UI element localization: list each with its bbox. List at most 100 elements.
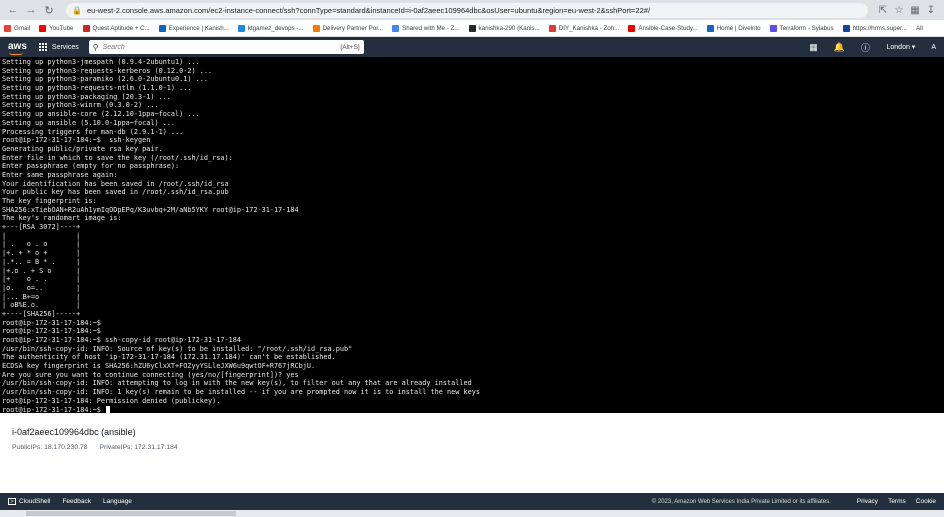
terminal-line: Generating public/private rsa key pair. <box>2 144 163 153</box>
terminal-line: root@ip-172-31-17-184:~$ <box>2 405 942 413</box>
instance-ips: PublicIPs: 18.170.230.78 PrivateIPs: 172… <box>12 444 932 451</box>
cloudshell-button[interactable]: > CloudShell <box>8 498 50 505</box>
scrollbar-thumb[interactable] <box>26 511 236 516</box>
url-text: eu-west-2.console.aws.amazon.com/ec2-ins… <box>86 5 651 15</box>
terminal-line: Setting up python3-requests-ntlm (1.1.0-… <box>2 84 192 93</box>
terminal-line: The authenticity of host 'ip-172-31-17-1… <box>2 353 336 362</box>
search-icon: ⚲ <box>92 42 99 52</box>
search-input[interactable] <box>102 43 341 51</box>
cookie-link[interactable]: Cookie <box>916 498 936 505</box>
download-icon[interactable]: ↧ <box>924 3 938 17</box>
ktgamez-icon <box>237 24 245 32</box>
bell-icon[interactable]: 🔔 <box>833 40 847 54</box>
terminal-line: Setting up python3-paramiko (2.6.0-2ubun… <box>2 75 209 84</box>
terminal-line: Setting up python3-requests-kerberos (0.… <box>2 66 213 75</box>
url-field[interactable]: 🔒 eu-west-2.console.aws.amazon.com/ec2-i… <box>66 2 868 18</box>
terminal-line: root@ip-172-31-17-184:~$ <box>2 318 101 327</box>
puzzle-icon[interactable]: ▦ <box>908 3 922 17</box>
services-button[interactable]: Services <box>38 42 79 52</box>
search-bar[interactable]: ⚲ [Alt+S] <box>88 40 364 54</box>
bookmark-hrms[interactable]: https://hrms.super... <box>842 24 907 32</box>
terminal-line: Setting up python3-jmespath (0.9.4-2ubun… <box>2 58 200 66</box>
terminal-line: SHA256:xTiebOAN+R2uAh1ymIqODpEPq/K3uvbq+… <box>2 205 299 214</box>
grid-icon <box>38 42 48 52</box>
terminal-line: |o. o=.. | <box>2 283 81 292</box>
youtube-icon <box>39 24 47 32</box>
divelnto-icon <box>706 24 714 32</box>
terminal-line: /usr/bin/ssh-copy-id: INFO: Source of ke… <box>2 344 353 353</box>
quest-icon <box>82 24 90 32</box>
linkedin-icon <box>158 24 166 32</box>
feedback-link[interactable]: Feedback <box>62 498 91 505</box>
terminal-line: | . o . o | <box>2 240 81 249</box>
private-ips: PrivateIPs: 172.31.17.184 <box>99 444 178 451</box>
terminal-line: |... B+=o | <box>2 292 81 301</box>
terminal-line: Processing triggers for man-db (2.9.1-1)… <box>2 127 184 136</box>
terminal-line: Your public key has been saved in /root/… <box>2 188 229 197</box>
star-icon[interactable]: ☆ <box>892 3 906 17</box>
bookmark-gmail[interactable]: Gmail <box>4 24 30 32</box>
help-icon[interactable]: ⓘ <box>859 40 873 54</box>
account-menu[interactable]: A <box>931 44 936 51</box>
search-shortcut: [Alt+S] <box>340 43 360 51</box>
bookmark-shared-with-me[interactable]: Shared with Me - Z... <box>392 24 460 32</box>
aws-logo[interactable]: aws <box>8 42 27 55</box>
terminal-line: Enter file in which to save the key (/ro… <box>2 153 233 162</box>
reload-icon[interactable]: ↻ <box>42 3 56 17</box>
region-selector[interactable]: London ▾ <box>887 43 916 51</box>
terminal-line: Setting up python3-packaging (20.3-1) ..… <box>2 92 171 101</box>
bookmark-all[interactable]: All <box>916 25 923 32</box>
terminal-output[interactable]: Setting up python3-jmespath (0.9.4-2ubun… <box>0 57 944 413</box>
aws-header: aws Services ⚲ [Alt+S] ▦ 🔔 ⓘ London ▾ A <box>0 37 944 57</box>
zoho-icon <box>548 24 556 32</box>
public-ips: PublicIPs: 18.170.230.78 <box>12 444 88 451</box>
terminal-line: root@ip-172-31-17-184:~$ ssh-keygen <box>2 136 151 145</box>
terminal-line: The key's randomart image is: <box>2 214 122 223</box>
share-icon[interactable]: ⇱ <box>876 3 890 17</box>
terminal-line: Enter passphrase (empty for no passphras… <box>2 162 180 171</box>
delivery-icon <box>312 24 320 32</box>
privacy-link[interactable]: Privacy <box>857 498 878 505</box>
terminal-line: +----[SHA256]-----+ <box>2 309 81 318</box>
terminal-line: +---[RSA 3072]----+ <box>2 223 81 232</box>
hrms-icon <box>842 24 850 32</box>
lock-icon[interactable]: 🔒 <box>72 6 82 15</box>
drive-icon <box>392 24 400 32</box>
terminal-icon: > <box>8 498 16 505</box>
bookmark-terraform[interactable]: Terraform - Sylabus <box>769 24 834 32</box>
terminal-cursor <box>106 405 111 413</box>
bookmark-youtube[interactable]: YouTube <box>39 24 74 32</box>
aws-footer: > CloudShell Feedback Language © 2023, Am… <box>0 493 944 510</box>
terminal-line: |.*.. = B * . | <box>2 257 81 266</box>
instance-details: i-0af2aeec109964dbc (ansible) PublicIPs:… <box>0 413 944 493</box>
forward-icon[interactable]: → <box>24 3 38 17</box>
terraform-icon <box>769 24 777 32</box>
cloudshell-icon[interactable]: ▦ <box>807 40 821 54</box>
browser-address-bar: ← → ↻ 🔒 eu-west-2.console.aws.amazon.com… <box>0 0 944 20</box>
terminal-line: |+.o . + S o | <box>2 266 81 275</box>
bookmark-divelnto[interactable]: Home | Divelnto <box>706 24 761 32</box>
terminal-line: | | <box>2 231 81 240</box>
terminal-line: |+ o . . | <box>2 275 81 284</box>
bookmark-diy-kanishka[interactable]: DIY_Kanishka - Zoh... <box>548 24 619 32</box>
terminal-line: Setting up python3-winrm (0.3.0-2) ... <box>2 101 159 110</box>
terminal-line: root@ip-172-31-17-184:~$ ssh-copy-id roo… <box>2 336 241 344</box>
horizontal-scrollbar[interactable] <box>0 510 944 517</box>
copyright-text: © 2023, Amazon Web Services India Privat… <box>651 498 831 505</box>
bookmark-quest-aptitude[interactable]: Quest Aptitude + C... <box>82 24 150 32</box>
language-link[interactable]: Language <box>103 498 132 505</box>
terminal-line: root@ip-172-31-17-184: Permission denied… <box>2 396 221 405</box>
bookmark-ktgamez-devops[interactable]: ktgamez_devops -... <box>237 24 304 32</box>
bookmark-linkedin-experience[interactable]: Experience | Kanish... <box>158 24 229 32</box>
back-icon[interactable]: ← <box>6 3 20 17</box>
terminal-line: |+. + * o + | <box>2 249 81 258</box>
terminal-line: Your identification has been saved in /r… <box>2 179 229 188</box>
bookmark-github[interactable]: kanishka-290 (Kanis... <box>468 24 540 32</box>
terms-link[interactable]: Terms <box>888 498 906 505</box>
bookmark-delivery-partner[interactable]: Delivery Partner Por... <box>312 24 383 32</box>
github-icon <box>468 24 476 32</box>
bookmark-ansible-case-study[interactable]: Ansible-Case-Study... <box>628 24 698 32</box>
terminal-line: The key fingerprint is: <box>2 197 97 205</box>
instance-title: i-0af2aeec109964dbc (ansible) <box>12 427 136 437</box>
terminal-line: ECDSA key fingerprint is SHA256:hZU6yClx… <box>2 362 316 371</box>
